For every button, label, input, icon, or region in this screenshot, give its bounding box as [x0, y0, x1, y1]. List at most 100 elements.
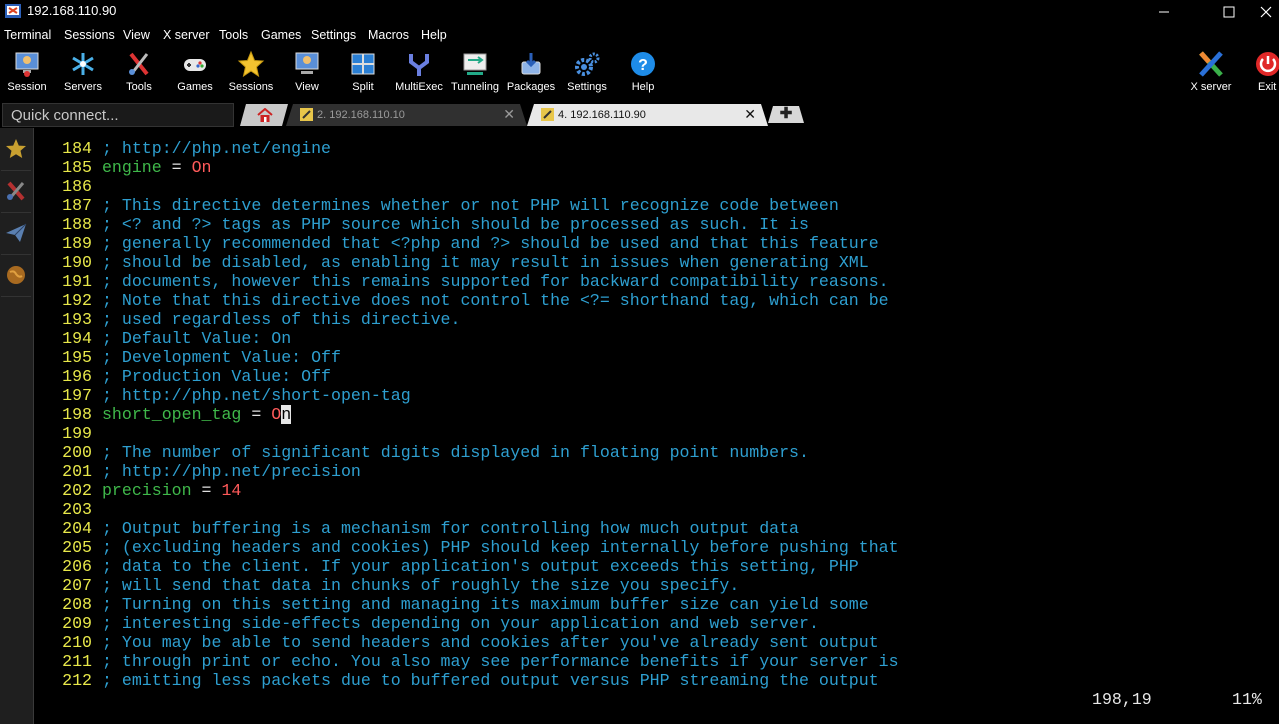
comment-text: ; <? and ?> tags as PHP source which sho… — [101, 215, 809, 234]
editor-line: 185 engine = On — [34, 158, 899, 177]
line-number: 201 — [62, 462, 92, 481]
editor-lines: 184 ; http://php.net/engine 185 engine = … — [34, 139, 899, 690]
setting-value: 14 — [221, 481, 242, 500]
editor-line: 204 ; Output buffering is a mechanism fo… — [34, 519, 899, 538]
comment-text: ; (excluding headers and cookies) PHP sh… — [101, 538, 899, 557]
x-server-button[interactable]: X server — [1183, 46, 1239, 100]
editor-line: 193 ; used regardless of this directive. — [34, 310, 899, 329]
tunneling-icon — [463, 53, 487, 75]
tab-session-4[interactable]: 4. 192.168.110.90 ✕ — [527, 104, 768, 126]
line-number: 207 — [62, 576, 92, 595]
comment-text: ; You may be able to send headers and co… — [101, 633, 879, 652]
menu-bar: Terminal Sessions View X server Tools Ga… — [0, 24, 1279, 46]
setting-key: precision — [101, 481, 192, 500]
menu-terminal[interactable]: Terminal — [4, 28, 51, 42]
mobaxterm-app-icon — [5, 4, 21, 18]
star-icon — [6, 139, 26, 158]
tab-session-2[interactable]: 2. 192.168.110.10 ✕ — [286, 104, 527, 126]
view-icon — [295, 52, 319, 74]
minimize-icon — [1159, 11, 1169, 13]
editor-line: 207 ; will send that data in chunks of r… — [34, 576, 899, 595]
tab-close-icon[interactable]: ✕ — [744, 106, 756, 123]
menu-settings[interactable]: Settings — [311, 28, 356, 42]
line-number: 203 — [62, 500, 92, 519]
maximize-button[interactable] — [1206, 0, 1252, 24]
editor-line: 209 ; interesting side-effects depending… — [34, 614, 899, 633]
editor-line: 192 ; Note that this directive does not … — [34, 291, 899, 310]
sidebar-sessions-button[interactable] — [1, 130, 31, 171]
editor-line: 211 ; through print or echo. You also ma… — [34, 652, 898, 671]
line-number: 198 — [62, 405, 92, 424]
quick-connect-box — [2, 103, 234, 127]
window-title: 192.168.110.90 — [27, 3, 117, 18]
text-cursor: n — [281, 405, 292, 424]
menu-games[interactable]: Games — [261, 28, 301, 42]
comment-text: ; should be disabled, as enabling it may… — [101, 253, 869, 272]
comment-text: ; documents, however this remains suppor… — [101, 272, 889, 291]
terminal-tab-icon — [300, 108, 313, 121]
menu-x-server[interactable]: X server — [163, 28, 210, 42]
x-server-icon — [1199, 51, 1223, 77]
tab-label: 2. 192.168.110.10 — [317, 109, 405, 121]
minimize-button[interactable] — [1141, 0, 1187, 24]
comment-text: ; data to the client. If your applicatio… — [101, 557, 859, 576]
sidebar-macros-button[interactable] — [1, 214, 31, 255]
menu-tools[interactable]: Tools — [219, 28, 248, 42]
exit-label: Exit — [1258, 81, 1277, 93]
comment-text: ; The number of significant digits displ… — [101, 443, 809, 462]
editor-line: 195 ; Development Value: Off — [34, 348, 899, 367]
line-number: 191 — [62, 272, 92, 291]
new-tab-button[interactable]: ✚ — [768, 106, 804, 123]
line-number: 189 — [62, 234, 92, 253]
comment-text: ; Production Value: Off — [101, 367, 331, 386]
menu-macros[interactable]: Macros — [368, 28, 409, 42]
line-number: 194 — [62, 329, 92, 348]
setting-key: engine — [101, 158, 162, 177]
globe-icon — [7, 266, 25, 284]
comment-text: ; Development Value: Off — [101, 348, 341, 367]
cursor-position-status: 198,19 — [1092, 690, 1152, 709]
comment-text: ; This directive determines whether or n… — [101, 196, 839, 215]
comment-text: ; Note that this directive does not cont… — [101, 291, 889, 310]
line-number: 193 — [62, 310, 92, 329]
editor-line: 199 — [34, 424, 899, 443]
scroll-percent-status: 11% — [1232, 690, 1262, 709]
sidebar-sftp-button[interactable] — [1, 256, 31, 297]
home-icon — [257, 108, 273, 122]
tab-label: 4. 192.168.110.90 — [558, 109, 646, 121]
help-label: Help — [631, 81, 655, 93]
tab-close-icon[interactable]: ✕ — [503, 106, 515, 123]
comment-text: ; interesting side-effects depending on … — [101, 614, 819, 633]
editor-line: 196 ; Production Value: Off — [34, 367, 899, 386]
editor-line: 191 ; documents, however this remains su… — [34, 272, 899, 291]
line-number: 205 — [62, 538, 92, 557]
terminal-view[interactable]: 184 ; http://php.net/engine 185 engine = … — [34, 128, 1279, 724]
comment-text: ; http://php.net/engine — [101, 139, 331, 158]
menu-view[interactable]: View — [123, 28, 150, 42]
line-number: 212 — [62, 671, 92, 690]
comment-text: ; will send that data in chunks of rough… — [101, 576, 740, 595]
line-number: 197 — [62, 386, 92, 405]
comment-text: ; emitting less packets due to buffered … — [101, 671, 879, 690]
close-window-button[interactable] — [1252, 0, 1279, 24]
help-button[interactable]: ? Help — [615, 46, 671, 100]
quick-connect-input[interactable] — [3, 104, 233, 126]
sidebar-tools-button[interactable] — [1, 172, 31, 213]
menu-sessions[interactable]: Sessions — [64, 28, 115, 42]
session-icon — [15, 52, 39, 77]
star-icon — [237, 50, 265, 78]
home-tab[interactable] — [240, 104, 288, 126]
line-number: 185 — [62, 158, 92, 177]
line-number: 206 — [62, 557, 92, 576]
exit-button[interactable]: Exit — [1248, 46, 1279, 100]
menu-help[interactable]: Help — [421, 28, 447, 42]
editor-line: 212 ; emitting less packets due to buffe… — [34, 671, 899, 690]
setting-equals: = — [241, 405, 272, 424]
editor-line: 200 ; The number of significant digits d… — [34, 443, 899, 462]
setting-value: On — [191, 158, 212, 177]
gear-icon — [575, 52, 600, 76]
comment-text: ; http://php.net/precision — [101, 462, 361, 481]
editor-line: 190 ; should be disabled, as enabling it… — [34, 253, 899, 272]
line-number: 190 — [62, 253, 92, 272]
editor-line: 197 ; http://php.net/short-open-tag — [34, 386, 899, 405]
